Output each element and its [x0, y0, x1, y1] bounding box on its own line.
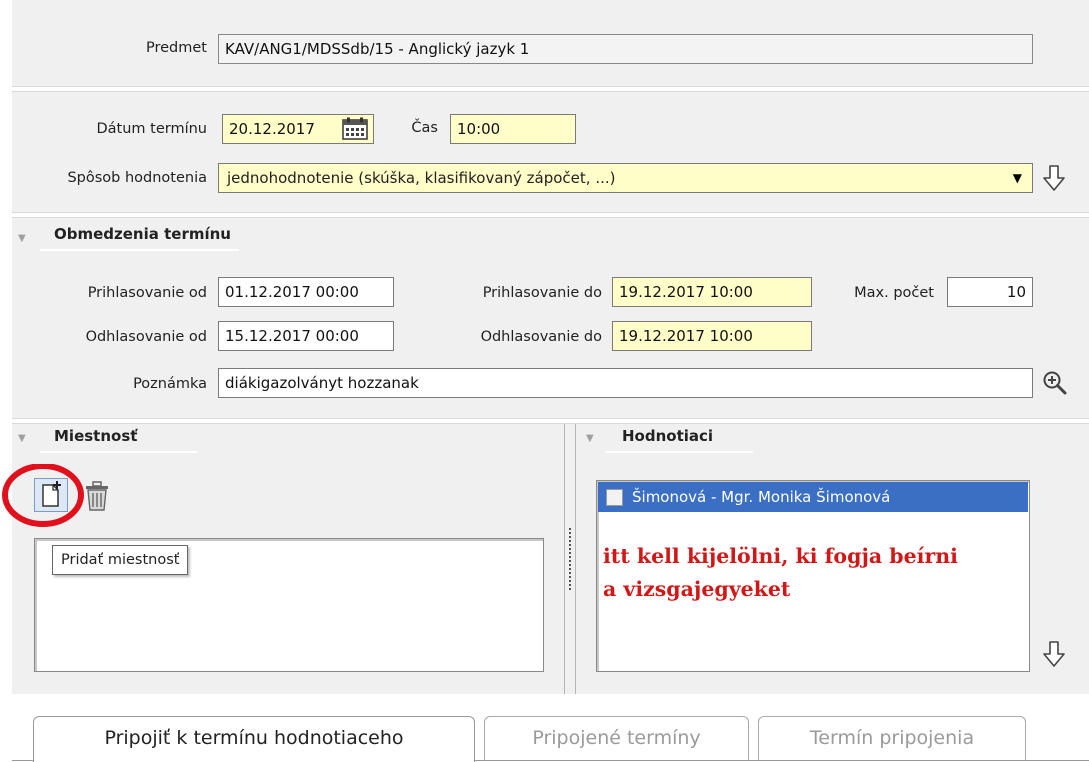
- add-room-tooltip: Pridať miestnosť: [52, 545, 189, 575]
- note-input[interactable]: diákigazolványt hozzanak: [218, 368, 1033, 398]
- time-input[interactable]: 10:00: [450, 114, 576, 144]
- collapse-triangle-icon[interactable]: ▼: [18, 233, 26, 244]
- down-arrow-icon[interactable]: [1042, 640, 1066, 668]
- subject-field: KAV/ANG1/MDSSdb/15 - Anglický jazyk 1: [218, 34, 1033, 64]
- annotation-line: a vizsgajegyeket: [603, 577, 791, 601]
- time-label: Čas: [411, 120, 438, 136]
- evaluation-method-value: jednohodnotenie (skúška, klasifikovaný z…: [227, 169, 616, 187]
- annotation-text: itt kell kijelölni, ki fogja beírni a vi…: [603, 540, 958, 606]
- note-label: Poznámka: [133, 376, 207, 392]
- calendar-icon[interactable]: [340, 117, 370, 141]
- signoff-to-input[interactable]: 19.12.2017 10:00: [612, 321, 812, 351]
- evaluator-name: Šimonová - Mgr. Monika Šimonová: [632, 488, 891, 506]
- dropdown-arrow-icon: ▼: [1012, 171, 1022, 185]
- restrictions-title: Obmedzenia termínu: [40, 225, 239, 251]
- subject-label: Predmet: [146, 40, 207, 56]
- panel-splitter[interactable]: [564, 424, 576, 694]
- collapse-triangle-icon[interactable]: ▼: [586, 433, 594, 444]
- date-panel: [12, 92, 1089, 212]
- rooms-title: Miestnosť: [40, 427, 198, 453]
- date-label: Dátum termínu: [96, 121, 207, 137]
- evaluation-method-label: Spôsob hodnotenia: [67, 170, 207, 186]
- zoom-in-icon[interactable]: [1042, 370, 1068, 396]
- annotation-line: itt kell kijelölni, ki fogja beírni: [603, 544, 958, 568]
- signup-to-input[interactable]: 19.12.2017 10:00: [612, 277, 812, 307]
- highlight-circle: [2, 464, 84, 527]
- signoff-from-input[interactable]: 15.12.2017 00:00: [218, 321, 394, 351]
- signup-from-label: Prihlasovanie od: [87, 285, 207, 301]
- list-item[interactable]: Šimonová - Mgr. Monika Šimonová: [598, 482, 1028, 512]
- evaluation-method-select[interactable]: jednohodnotenie (skúška, klasifikovaný z…: [218, 163, 1033, 193]
- signoff-from-label: Odhlasovanie od: [85, 329, 207, 345]
- tab-connected-terms[interactable]: Pripojené termíny: [484, 716, 749, 760]
- max-count-label: Max. počet: [854, 285, 934, 301]
- signup-from-input[interactable]: 01.12.2017 00:00: [218, 277, 394, 307]
- down-arrow-icon[interactable]: [1042, 164, 1066, 192]
- evaluators-title: Hodnotiaci: [606, 427, 754, 453]
- collapse-triangle-icon[interactable]: ▼: [18, 433, 26, 444]
- signup-to-label: Prihlasovanie do: [482, 285, 602, 301]
- tab-connection-term[interactable]: Termín pripojenia: [758, 716, 1026, 760]
- signoff-to-label: Odhlasovanie do: [480, 329, 602, 345]
- tab-connect-evaluator[interactable]: Pripojiť k termínu hodnotiaceho: [33, 716, 475, 762]
- max-count-input[interactable]: 10: [947, 277, 1033, 307]
- checkbox[interactable]: [606, 489, 623, 506]
